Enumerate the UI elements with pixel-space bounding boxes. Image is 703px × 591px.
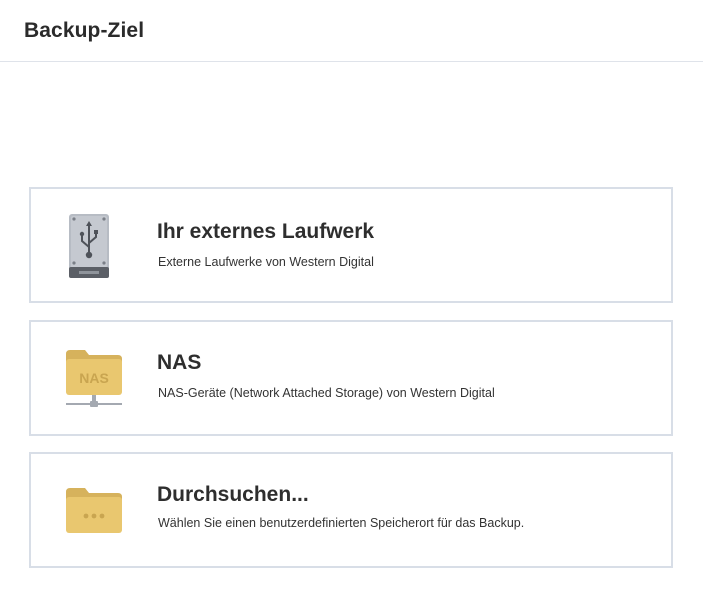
option-external-drive[interactable]: Ihr externes Laufwerk Externe Laufwerke … (29, 187, 673, 303)
option-description: NAS-Geräte (Network Attached Storage) vo… (158, 386, 495, 400)
option-browse[interactable]: Durchsuchen... Wählen Sie einen benutzer… (29, 452, 673, 568)
option-description: Wählen Sie einen benutzerdefinierten Spe… (158, 516, 525, 530)
option-title: NAS (157, 351, 202, 374)
option-nas[interactable]: NAS NAS NAS-Geräte (Network Attached Sto… (29, 320, 673, 436)
nas-folder-icon: NAS (65, 346, 123, 415)
option-title: Ihr externes Laufwerk (157, 220, 375, 243)
option-description: Externe Laufwerke von Western Digital (158, 255, 374, 269)
browse-folder-icon (65, 486, 123, 541)
usb-drive-icon (65, 213, 113, 284)
header: Backup-Ziel (0, 0, 703, 62)
nas-icon-label: NAS (79, 370, 109, 386)
option-title: Durchsuchen... (157, 483, 309, 506)
page-title: Backup-Ziel (24, 19, 145, 42)
